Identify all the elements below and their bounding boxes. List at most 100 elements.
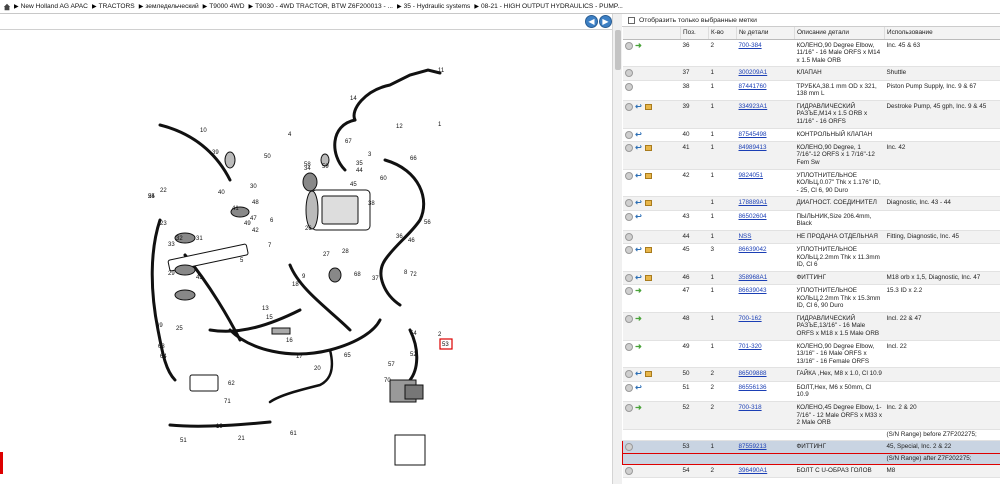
cell-part-text[interactable]: 84989413 <box>739 144 767 151</box>
callout-25[interactable]: 25 <box>176 326 183 332</box>
table-row[interactable]: ↩ 43 1 86502604 ПЫЛЬНИК,Size 206.4mm, Black <box>622 210 1000 231</box>
cell-part-text[interactable]: 700-162 <box>739 315 762 322</box>
cell-part-text[interactable]: NSS <box>739 233 752 240</box>
callout-22[interactable]: 22 <box>160 188 167 194</box>
cell-part[interactable]: 700-318 <box>736 401 795 430</box>
info-circle-icon[interactable] <box>624 102 633 111</box>
breadcrumb-label[interactable]: земледельческий <box>145 3 198 10</box>
return-arrow-icon[interactable]: ↩ <box>635 212 643 221</box>
table-row[interactable]: ↩ 51 2 86556136 БОЛТ,Hex, M6 x 50mm, Cl 10.9 <box>622 381 1000 402</box>
info-circle-icon[interactable] <box>624 199 633 208</box>
table-row[interactable]: ➜ 47 1 86639043 УПЛОТНИТЕЛЬНОЕ КОЛЬЦ,2.2mm T… <box>622 284 1000 313</box>
info-circle-icon[interactable] <box>624 403 633 412</box>
callout-31[interactable]: 31 <box>196 236 203 242</box>
table-row[interactable]: ↩ 39 1 334923A1 ГИДРАВЛИЧЕСКИЙ РАЗЪЕ,M14 x 1… <box>622 100 1000 129</box>
table-row[interactable]: ↩ 40 1 87545498 КОНТРОЛЬНЫЙ КЛАПАН <box>622 128 1000 142</box>
cell-part[interactable]: 700-384 <box>736 39 795 68</box>
cell-part[interactable]: NSS <box>736 230 795 245</box>
callout-14[interactable]: 14 <box>350 96 357 102</box>
callout-42[interactable]: 42 <box>252 228 259 234</box>
cell-part-text[interactable]: 87441760 <box>739 83 767 90</box>
callout-46[interactable]: 46 <box>408 238 415 244</box>
cell-part[interactable]: 86556136 <box>736 381 795 402</box>
callout-35[interactable]: 35 <box>356 161 363 167</box>
table-row[interactable]: ➜ 36 2 700-384 КОЛЕНО,90 Degree Elbow, 11/16… <box>622 39 1000 68</box>
cell-part[interactable]: 86639042 <box>736 243 795 272</box>
cell-part[interactable]: 300209A1 <box>736 66 795 81</box>
table-row[interactable]: ↩ 50 2 86509888 ГАЙКА ,Hex, M8 x 1.0, Cl 10.… <box>622 367 1000 382</box>
cell-part[interactable]: 178889A1 <box>736 196 795 211</box>
callout-40[interactable]: 40 <box>218 190 225 196</box>
callout-36[interactable]: 36 <box>396 234 403 240</box>
callout-11[interactable]: 11 <box>438 68 445 74</box>
info-circle-icon[interactable] <box>624 370 633 379</box>
callout-39[interactable]: 39 <box>212 150 219 156</box>
col-part[interactable]: № детали <box>736 27 795 40</box>
info-circle-icon[interactable] <box>624 212 633 221</box>
info-circle-icon[interactable] <box>624 466 633 475</box>
callout-44[interactable]: 44 <box>356 168 363 174</box>
callout-43[interactable]: 43 <box>196 275 203 281</box>
callout-57[interactable]: 57 <box>388 362 395 368</box>
info-circle-icon[interactable] <box>624 342 633 351</box>
info-circle-icon[interactable] <box>624 383 633 392</box>
callout-20[interactable]: 20 <box>314 366 321 372</box>
cell-part-text[interactable]: 87559213 <box>739 443 767 450</box>
callout-2[interactable]: 2 <box>438 332 442 338</box>
package-icon[interactable] <box>644 172 652 179</box>
info-circle-icon[interactable] <box>624 82 633 91</box>
cell-part-text[interactable]: 700-384 <box>739 42 762 49</box>
callout-38[interactable]: 38 <box>368 201 375 207</box>
table-row[interactable]: 37 1 300209A1 КЛАПАН Shuttle <box>622 66 1000 81</box>
cell-part[interactable]: 86502604 <box>736 210 795 231</box>
cell-part-text[interactable]: 300209A1 <box>739 69 768 76</box>
breadcrumb-item[interactable]: ▶ земледельческий <box>139 3 199 10</box>
cell-part-text[interactable]: 701-320 <box>739 343 762 350</box>
col-use[interactable]: Использование <box>884 27 1000 40</box>
callout-41[interactable]: 41 <box>232 206 239 212</box>
callout-37[interactable]: 37 <box>372 276 379 282</box>
callout-32[interactable]: 32 <box>176 236 183 242</box>
cell-part[interactable]: 701-320 <box>736 340 795 369</box>
callout-51[interactable]: 51 <box>180 438 187 444</box>
cell-part-text[interactable]: 86639043 <box>739 287 767 294</box>
table-row[interactable]: ➜ 52 2 700-318 КОЛЕНО,45 Degree Elbow, 1-7/1… <box>622 401 1000 430</box>
callout-52[interactable]: 52 <box>410 352 417 358</box>
callout-67[interactable]: 67 <box>345 139 352 145</box>
callout-68[interactable]: 68 <box>354 272 361 278</box>
callout-72[interactable]: 72 <box>410 272 417 278</box>
cell-part[interactable]: 86509888 <box>736 367 795 382</box>
callout-5[interactable]: 5 <box>240 258 244 264</box>
info-circle-icon[interactable] <box>624 232 633 241</box>
breadcrumb-label[interactable]: T9030 - 4WD TRACTOR, BTW Z6F200013 - ... <box>255 3 393 10</box>
callout-55[interactable]: 55 <box>148 194 155 200</box>
callout-19[interactable]: 19 <box>216 424 223 430</box>
breadcrumb-item[interactable]: ▶ T9030 - 4WD TRACTOR, BTW Z6F200013 - ..… <box>248 3 393 10</box>
home-icon[interactable] <box>3 3 11 11</box>
cell-part-text[interactable]: 86556136 <box>739 384 767 391</box>
callout-23[interactable]: 23 <box>160 221 167 227</box>
cell-part[interactable]: 86639043 <box>736 284 795 313</box>
callout-1[interactable]: 1 <box>438 122 442 128</box>
callout-15[interactable]: 15 <box>266 315 273 321</box>
return-arrow-icon[interactable]: ↩ <box>635 370 643 378</box>
show-selected-checkbox[interactable] <box>628 16 635 24</box>
package-icon[interactable] <box>644 200 652 207</box>
replacement-arrow-icon[interactable]: ➜ <box>635 41 643 50</box>
cell-part[interactable]: 87441760 <box>736 80 795 101</box>
cell-part[interactable]: 87545498 <box>736 128 795 142</box>
return-arrow-icon[interactable]: ↩ <box>635 246 643 254</box>
callout-69[interactable]: 69 <box>156 323 163 329</box>
cell-part[interactable]: 87559213 <box>736 439 795 454</box>
replacement-arrow-icon[interactable]: ➜ <box>635 403 643 412</box>
callout-45[interactable]: 45 <box>350 182 357 188</box>
breadcrumb-label[interactable]: 35 - Hydraulic systems <box>404 3 471 10</box>
package-icon[interactable] <box>644 144 652 151</box>
col-desc[interactable]: Описание детали <box>794 27 885 40</box>
callout-63[interactable]: 63 <box>158 344 165 350</box>
callout-65[interactable]: 65 <box>344 353 351 359</box>
cell-part[interactable]: 396490A1 <box>736 464 795 479</box>
callout-4[interactable]: 4 <box>288 132 292 138</box>
next-diagram-button[interactable]: ▶ <box>599 15 612 28</box>
callout-18[interactable]: 18 <box>292 282 299 288</box>
